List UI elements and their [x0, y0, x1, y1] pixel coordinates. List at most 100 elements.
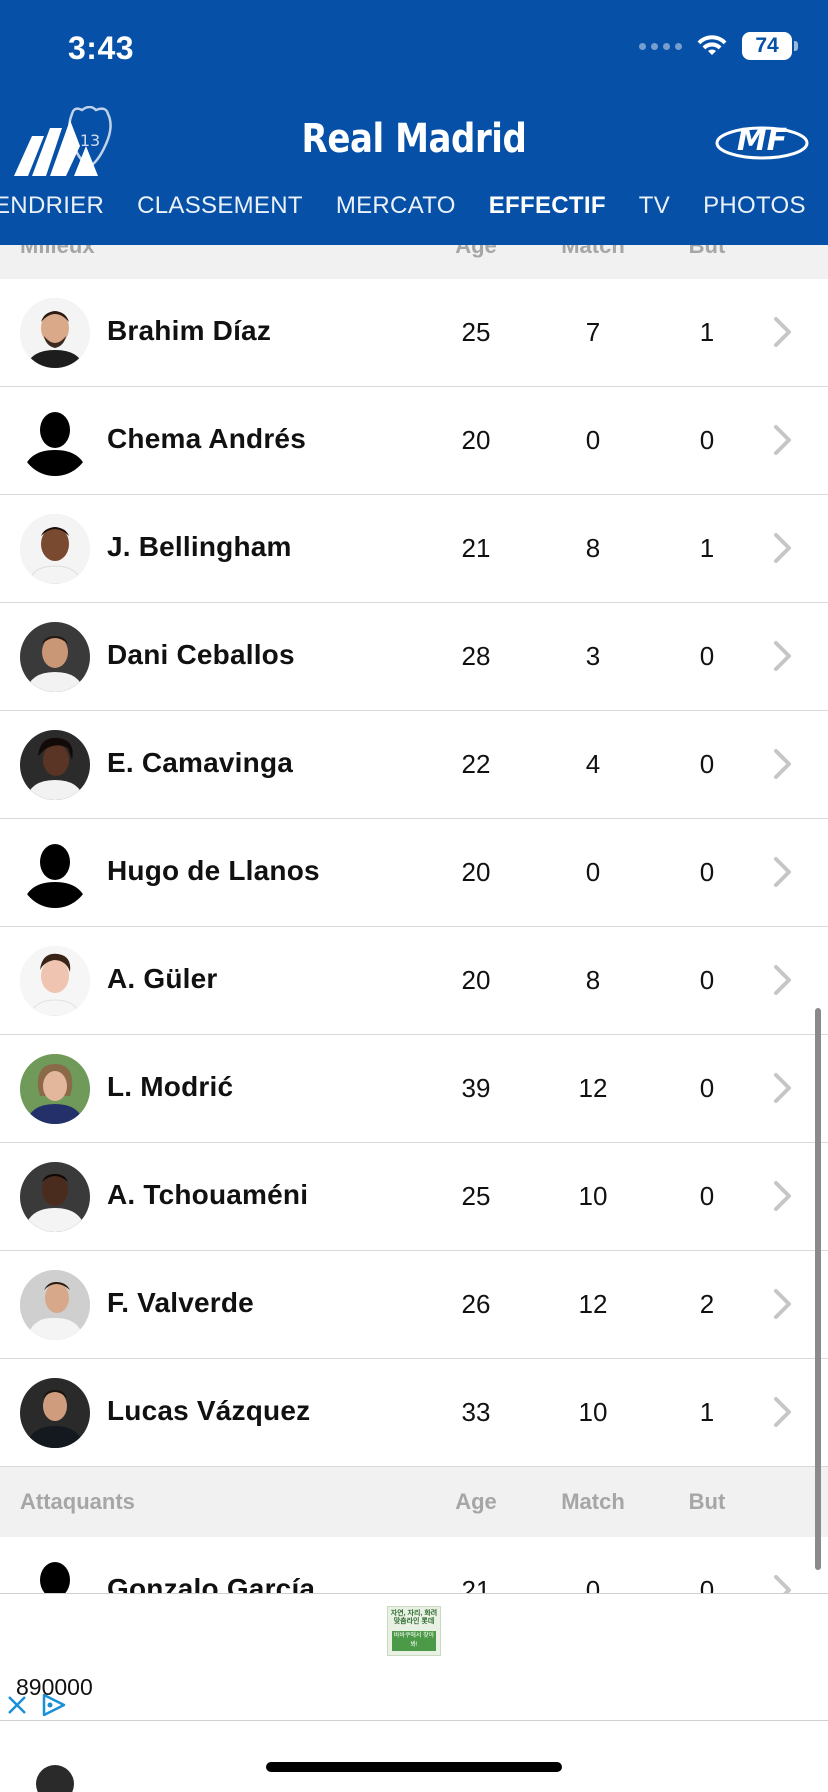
- chevron-right-icon: [774, 425, 791, 455]
- player-row[interactable]: Chema Andrés 20 0 0: [0, 387, 828, 495]
- player-name: Brahim Díaz: [107, 315, 272, 346]
- nav-tabs: ENDRIER CLASSEMENT MERCATO EFFECTIF TV P…: [0, 192, 806, 220]
- player-row[interactable]: L. Modrić 39 12 0: [0, 1035, 828, 1143]
- column-match: Match: [561, 1489, 625, 1514]
- player-name: E. Camavinga: [107, 747, 294, 778]
- player-goals: 0: [699, 425, 715, 455]
- player-name: A. Tchouaméni: [107, 1179, 309, 1210]
- next-row-peek: [0, 1721, 828, 1792]
- player-age: 21: [461, 533, 491, 563]
- player-avatar: [20, 1162, 90, 1232]
- player-avatar-placeholder: [20, 838, 90, 908]
- player-name: L. Modrić: [107, 1071, 234, 1102]
- player-name: Chema Andrés: [107, 423, 306, 454]
- chevron-right-icon: [774, 857, 791, 887]
- player-goals: 2: [699, 1289, 715, 1319]
- close-icon[interactable]: [6, 1694, 28, 1716]
- player-row[interactable]: F. Valverde 26 12 2: [0, 1251, 828, 1359]
- player-matches: 3: [585, 641, 601, 671]
- player-row[interactable]: Hugo de Llanos 20 0 0: [0, 819, 828, 927]
- player-age: 20: [461, 965, 491, 995]
- cellular-signal-icon: [639, 42, 682, 50]
- tab-calendrier[interactable]: ENDRIER: [0, 192, 104, 220]
- player-avatar: [20, 1270, 90, 1340]
- home-indicator[interactable]: [266, 1762, 562, 1772]
- player-matches: 10: [578, 1181, 608, 1211]
- status-time: 3:43: [68, 30, 135, 66]
- player-age: 20: [461, 425, 491, 455]
- player-matches: 10: [578, 1397, 608, 1427]
- player-row[interactable]: A. Tchouaméni 25 10 0: [0, 1143, 828, 1251]
- mf-logo-icon[interactable]: MF: [714, 116, 810, 164]
- tab-effectif[interactable]: EFFECTIF: [489, 192, 606, 220]
- player-goals: 0: [699, 857, 715, 887]
- player-avatar-placeholder: [20, 406, 90, 476]
- player-age: 26: [461, 1289, 491, 1319]
- player-name: Lucas Vázquez: [107, 1395, 311, 1426]
- page-title: Real Madrid: [301, 116, 527, 162]
- wifi-icon: [697, 35, 727, 55]
- player-matches: 0: [585, 425, 601, 455]
- ad-image-caption: 자연, 자리, 화려 맞춤라인 롯데: [390, 1610, 438, 1625]
- player-avatar: [20, 514, 90, 584]
- player-avatar: [20, 1054, 90, 1124]
- player-goals: 0: [699, 749, 715, 779]
- player-age: 39: [461, 1073, 491, 1103]
- player-matches: 4: [585, 749, 601, 779]
- player-age: 25: [461, 1181, 491, 1211]
- player-name: F. Valverde: [107, 1287, 254, 1318]
- player-avatar: [36, 1765, 74, 1792]
- chevron-right-icon: [774, 1181, 791, 1211]
- tab-mercato[interactable]: MERCATO: [336, 192, 456, 220]
- chevron-right-icon: [774, 1397, 791, 1427]
- player-row[interactable]: J. Bellingham 21 8 1: [0, 495, 828, 603]
- player-row[interactable]: Brahim Díaz 25 7 1: [0, 279, 828, 387]
- svg-text:MF: MF: [737, 123, 788, 158]
- column-age: Age: [455, 1489, 497, 1514]
- player-name: Hugo de Llanos: [107, 855, 320, 886]
- player-age: 25: [461, 317, 491, 347]
- player-avatar: [20, 946, 90, 1016]
- battery-indicator: 74: [742, 32, 798, 60]
- player-row[interactable]: Lucas Vázquez 33 10 1: [0, 1359, 828, 1467]
- chevron-right-icon: [774, 317, 791, 347]
- player-name: Dani Ceballos: [107, 639, 295, 670]
- section-header-attaquants: Attaquants Age Match But: [0, 1467, 828, 1537]
- scrollbar[interactable]: [815, 1008, 821, 1570]
- ad-image[interactable]: 자연, 자리, 화려 맞춤라인 롯데 바바쿠에서 찾아봐!: [387, 1606, 441, 1656]
- player-age: 33: [461, 1397, 491, 1427]
- player-row[interactable]: Dani Ceballos 28 3 0: [0, 603, 828, 711]
- section-label: Attaquants: [20, 1489, 135, 1514]
- tab-photos[interactable]: PHOTOS: [703, 192, 806, 220]
- player-matches: 12: [578, 1289, 608, 1319]
- player-age: 28: [461, 641, 491, 671]
- ad-choices-icon[interactable]: [38, 1692, 68, 1718]
- player-matches: 8: [585, 965, 601, 995]
- player-matches: 8: [585, 533, 601, 563]
- player-matches: 0: [585, 857, 601, 887]
- tab-classement[interactable]: CLASSEMENT: [137, 192, 303, 220]
- chevron-right-icon: [774, 749, 791, 779]
- player-avatar: [20, 622, 90, 692]
- player-name: A. Güler: [107, 963, 218, 994]
- chevron-right-icon: [774, 1289, 791, 1319]
- tab-tv[interactable]: TV: [639, 192, 670, 220]
- ad-banner[interactable]: 자연, 자리, 화려 맞춤라인 롯데 바바쿠에서 찾아봐! 890000: [0, 1593, 828, 1721]
- chevron-right-icon: [774, 641, 791, 671]
- ad-image-button[interactable]: 바바쿠에서 찾아봐!: [392, 1631, 436, 1651]
- app-header: 3:43 74 13 Real Madrid MF ENDRIER CLASSE…: [0, 0, 828, 245]
- player-goals: 0: [699, 1073, 715, 1103]
- chevron-right-icon: [774, 965, 791, 995]
- player-goals: 0: [699, 1181, 715, 1211]
- player-goals: 0: [699, 965, 715, 995]
- chevron-right-icon: [774, 1073, 791, 1103]
- column-but: But: [688, 1489, 726, 1514]
- player-row[interactable]: A. Güler 20 8 0: [0, 927, 828, 1035]
- player-avatar: [20, 298, 90, 368]
- player-age: 22: [461, 749, 491, 779]
- player-matches: 7: [585, 317, 601, 347]
- player-row[interactable]: E. Camavinga 22 4 0: [0, 711, 828, 819]
- status-indicators: 74: [639, 32, 798, 60]
- player-avatar: [20, 730, 90, 800]
- player-avatar: [20, 1378, 90, 1448]
